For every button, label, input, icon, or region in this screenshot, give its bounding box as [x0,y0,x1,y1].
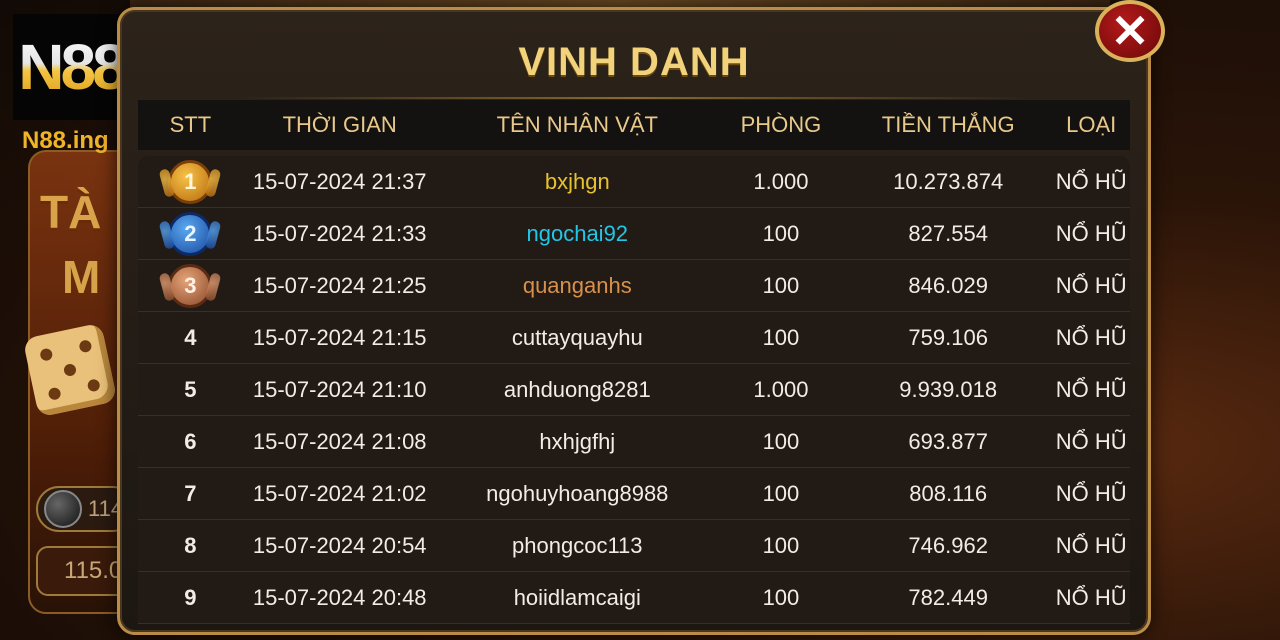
table-row: 7 15-07-2024 21:02 ngohuyhoang8988 100 808.1… [138,468,1130,520]
room-cell: 100 [762,480,800,506]
brand-logo: N88 [13,14,129,120]
background-game-title: TÀ [40,186,102,238]
room-cell: 100 [762,532,800,558]
winnings-cell: 10.273.874 [893,168,1004,194]
table-header: STT THỜI GIAN TÊN NHÂN VẬT PHÒNG TIỀN TH… [138,100,1130,150]
rank-cell: 1 [138,159,243,204]
rank-medal-icon: 1 [168,159,213,204]
rank-number: 5 [184,376,197,402]
background-game-subtitle: M [62,251,101,303]
player-name-cell: hxhjgfhj [539,428,616,454]
room-cell: 100 [762,272,800,298]
leaderboard-rows: 1 15-07-2024 21:37 bxjhgn 1.000 10.273.874 NỔ… [138,156,1130,624]
type-cell: NỔ HŨ [1055,324,1127,350]
rank-cell: 6 [138,429,243,455]
rank-number: 7 [184,480,197,506]
column-header-player: TÊN NHÂN VẬT [496,112,658,137]
table-row: 3 15-07-2024 21:25 quanganhs 100 846.029 NỔ H… [138,260,1130,312]
player-name-cell: anhduong8281 [503,376,651,402]
rank-number: 8 [184,532,197,558]
rank-cell: 5 [138,377,243,403]
table-row: 4 15-07-2024 21:15 cuttayquayhu 100 759.106 N… [138,312,1130,364]
winnings-cell: 846.029 [908,272,988,298]
table-row: 9 15-07-2024 20:48 hoiidlamcaigi 100 782.449… [138,572,1130,624]
winnings-cell: 827.554 [908,220,988,246]
rank-number: 9 [184,584,197,610]
player-name-cell: quanganhs [522,272,632,298]
type-cell: NỔ HŨ [1055,220,1127,246]
time-cell: 15-07-2024 21:33 [252,220,427,246]
table-row: 8 15-07-2024 20:54 phongcoc113 100 746.962 NỔ… [138,520,1130,572]
winnings-cell: 746.962 [908,532,988,558]
time-cell: 15-07-2024 21:15 [252,324,427,350]
type-cell: NỔ HŨ [1055,272,1127,298]
logo-text: N88 [18,31,127,103]
winnings-cell: 759.106 [908,324,988,350]
rank-medal-icon: 3 [168,263,213,308]
rank-cell: 2 [138,211,243,256]
rank-cell: 3 [138,263,243,308]
close-icon: ✕ [1110,5,1150,57]
winnings-cell: 9.939.018 [899,376,998,402]
rank-cell: 4 [138,325,243,351]
column-header-time: THỜI GIAN [282,112,397,137]
player-name-cell: phongcoc113 [512,532,643,558]
winnings-cell: 782.449 [908,584,988,610]
time-cell: 15-07-2024 21:08 [252,428,427,454]
player-name-cell: ngohuyhoang8988 [486,480,669,506]
type-cell: NỔ HŨ [1055,168,1127,194]
background-bet-value: 115.0 [64,557,123,584]
rank-medal-icon: 2 [168,211,213,256]
column-header-winnings: TIỀN THẮNG [881,112,1015,137]
time-cell: 15-07-2024 20:54 [252,532,427,558]
winnings-cell: 693.877 [908,428,988,454]
table-row: 5 15-07-2024 21:10 anhduong8281 1.000 9.939.… [138,364,1130,416]
coin-icon [44,490,82,528]
type-cell: NỔ HŨ [1055,376,1127,402]
close-button[interactable]: ✕ [1095,0,1165,62]
room-cell: 1.000 [753,168,809,194]
title-divider [240,97,1028,99]
table-row: 1 15-07-2024 21:37 bxjhgn 1.000 10.273.874 NỔ… [138,156,1130,208]
site-domain: N88.ing [22,127,109,154]
rank-cell: 9 [138,585,243,611]
time-cell: 15-07-2024 21:02 [252,480,427,506]
time-cell: 15-07-2024 20:48 [252,584,427,610]
rank-cell: 7 [138,481,243,507]
player-name-cell: ngochai92 [526,220,629,246]
room-cell: 100 [762,324,800,350]
panel-title: VINH DANH [518,40,750,84]
time-cell: 15-07-2024 21:25 [252,272,427,298]
player-name-cell: bxjhgn [544,168,610,194]
player-name-cell: hoiidlamcaigi [513,584,641,610]
room-cell: 100 [762,584,800,610]
dice-icon [22,322,118,418]
room-cell: 100 [762,428,800,454]
time-cell: 15-07-2024 21:37 [252,168,427,194]
rank-number: 6 [184,428,197,454]
winnings-cell: 808.116 [909,480,988,506]
room-cell: 100 [762,220,800,246]
rank-number: 4 [184,324,197,350]
type-cell: NỔ HŨ [1055,584,1127,610]
rank-cell: 8 [138,533,243,559]
type-cell: NỔ HŨ [1055,428,1127,454]
table-row: 2 15-07-2024 21:33 ngochai92 100 827.554 NỔ H… [138,208,1130,260]
type-cell: NỔ HŨ [1055,532,1127,558]
column-header-type: LOẠI [1066,112,1117,137]
table-row: 6 15-07-2024 21:08 hxhjgfhj 100 693.877 NỔ HŨ [138,416,1130,468]
player-name-cell: cuttayquayhu [511,324,643,350]
column-header-room: PHÒNG [740,112,822,137]
type-cell: NỔ HŨ [1055,480,1127,506]
column-header-rank: STT [169,112,212,137]
time-cell: 15-07-2024 21:10 [252,376,427,402]
room-cell: 1.000 [753,376,809,402]
